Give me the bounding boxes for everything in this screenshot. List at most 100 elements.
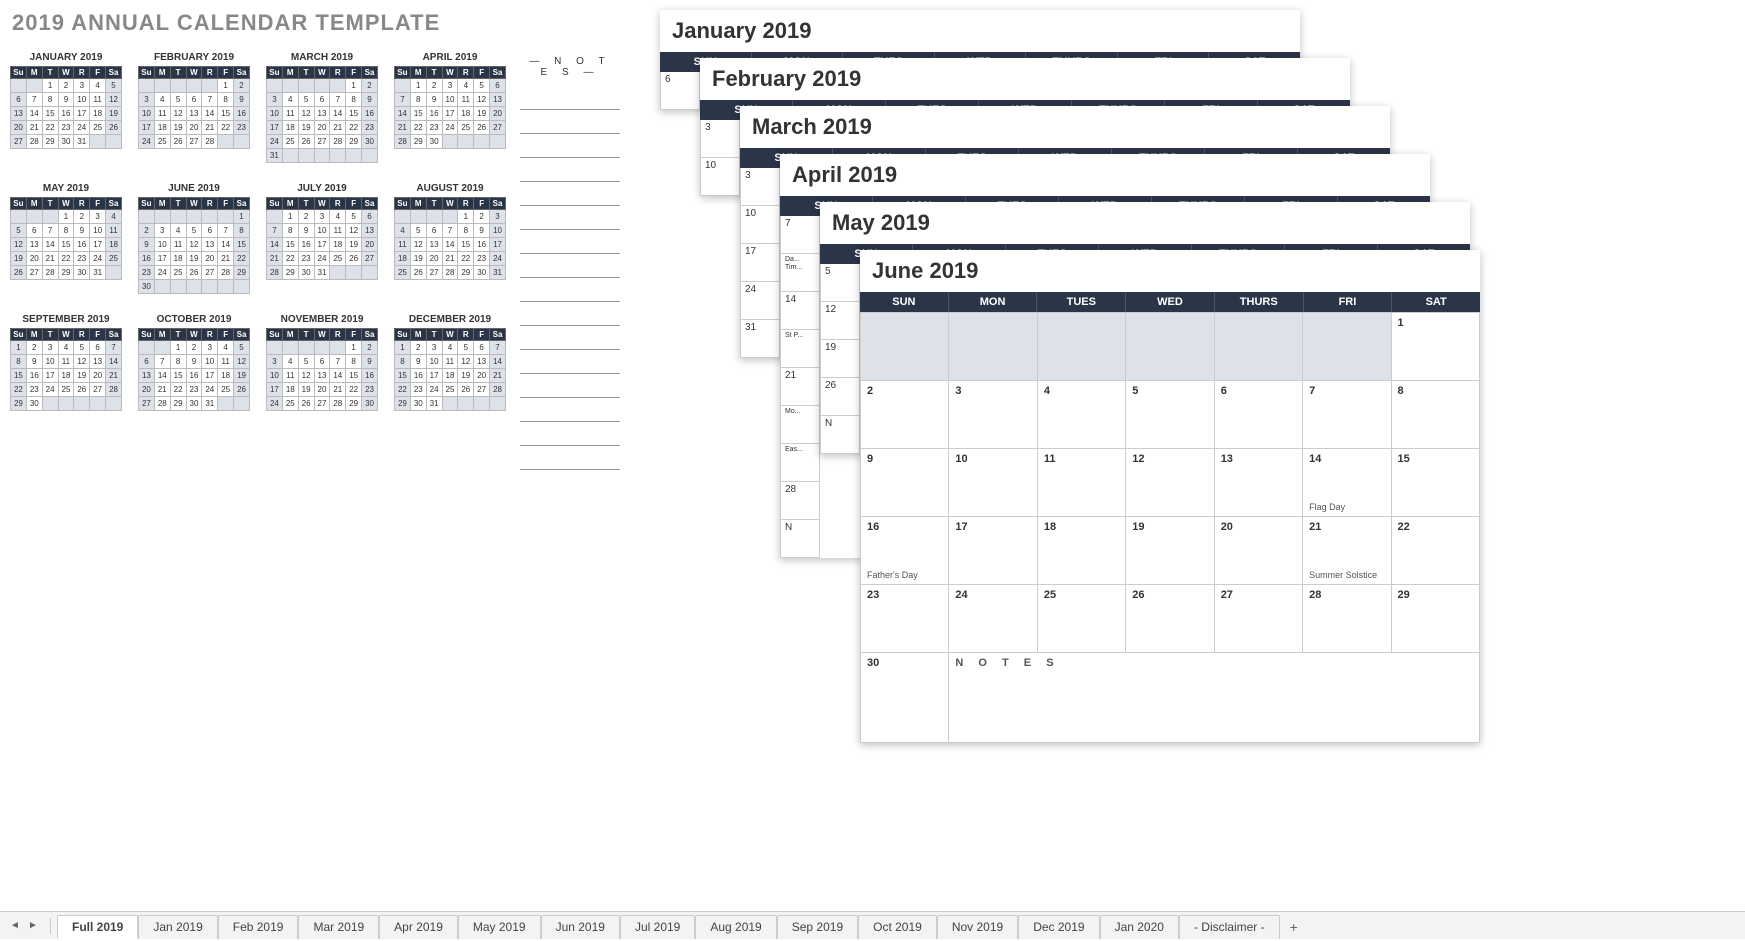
sheet-tab[interactable]: Jan 2019 [138,915,217,939]
calendar-cell[interactable]: 19 [1126,517,1214,585]
month-title: March 2019 [740,106,1390,148]
calendar-cell[interactable]: 15 [1391,449,1479,517]
day-header: MON [949,292,1038,312]
mini-month: APRIL 2019SuMTWRFSa123456789101112131415… [394,52,506,163]
mini-month: SEPTEMBER 2019SuMTWRFSa12345678910111213… [10,314,122,411]
tab-nav-next[interactable]: ► [26,919,40,933]
sheet-tab[interactable]: Jul 2019 [620,915,695,939]
calendar-cell[interactable]: 26 [1126,585,1214,653]
calendar-cell[interactable]: 23 [861,585,949,653]
note-line[interactable] [520,230,620,254]
calendar-cell[interactable]: N O T E S [949,653,1480,743]
calendar-cell[interactable]: 5 [1126,381,1214,449]
calendar-cell[interactable]: 16Father's Day [861,517,949,585]
sheet-tab[interactable]: Jan 2020 [1100,915,1179,939]
note-line[interactable] [520,158,620,182]
calendar-cell[interactable] [861,313,949,381]
note-line[interactable] [520,422,620,446]
peek-cell: 5 [820,264,860,302]
calendar-cell[interactable] [1303,313,1391,381]
calendar-cell[interactable]: 4 [1037,381,1125,449]
calendar-cell[interactable]: 13 [1214,449,1302,517]
peek-cell: Mo... [780,406,820,444]
calendar-cell[interactable]: 18 [1037,517,1125,585]
peek-cell: 10 [740,206,780,244]
sheet-tab[interactable]: Full 2019 [57,915,138,939]
page-title: 2019 ANNUAL CALENDAR TEMPLATE [12,10,620,36]
sheet-tab[interactable]: Mar 2019 [298,915,379,939]
day-header-row: SUNMONTUESWEDTHURSFRISAT [860,292,1480,312]
sheet-tab[interactable]: Aug 2019 [695,915,776,939]
calendar-cell[interactable]: 14Flag Day [1303,449,1391,517]
note-line[interactable] [520,254,620,278]
calendar-cell[interactable]: 30 [861,653,949,743]
note-line[interactable] [520,350,620,374]
note-line[interactable] [520,302,620,326]
calendar-cell[interactable] [1126,313,1214,381]
note-line[interactable] [520,446,620,470]
note-line[interactable] [520,134,620,158]
calendar-cell[interactable]: 12 [1126,449,1214,517]
mini-month: JULY 2019SuMTWRFSa1234567891011121314151… [266,183,378,294]
calendar-cell[interactable]: 27 [1214,585,1302,653]
mini-month: JUNE 2019SuMTWRFSa1234567891011121314151… [138,183,250,294]
card-june: June 2019 SUNMONTUESWEDTHURSFRISAT 12345… [860,250,1480,743]
calendar-cell[interactable]: 25 [1037,585,1125,653]
note-line[interactable] [520,206,620,230]
calendar-cell[interactable]: 10 [949,449,1037,517]
note-line[interactable] [520,182,620,206]
calendar-cell[interactable]: 11 [1037,449,1125,517]
add-sheet-button[interactable]: + [1280,915,1308,939]
mini-month: NOVEMBER 2019SuMTWRFSa123456789101112131… [266,314,378,411]
note-line[interactable] [520,278,620,302]
mini-month-title: APRIL 2019 [394,52,506,63]
day-header: FRI [1304,292,1393,312]
separator [50,918,51,934]
peek-cell: 7 [780,216,820,254]
month-title: May 2019 [820,202,1470,244]
note-line[interactable] [520,326,620,350]
sheet-tab[interactable]: Nov 2019 [937,915,1018,939]
sheet-tab[interactable]: May 2019 [458,915,541,939]
mini-month-title: MAY 2019 [10,183,122,194]
peek-cell: Eas... [780,444,820,482]
note-line[interactable] [520,86,620,110]
peek-cell: 12 [820,302,860,340]
sheet-tab[interactable]: Feb 2019 [218,915,299,939]
note-line[interactable] [520,110,620,134]
calendar-cell[interactable]: 29 [1391,585,1479,653]
mini-month: OCTOBER 2019SuMTWRFSa1234567891011121314… [138,314,250,411]
day-header: THURS [1215,292,1304,312]
calendar-cell[interactable]: 21Summer Solstice [1303,517,1391,585]
sheet-tab[interactable]: Oct 2019 [858,915,937,939]
calendar-cell[interactable]: 9 [861,449,949,517]
peek-cell: 6 [660,72,700,110]
calendar-cell[interactable]: 24 [949,585,1037,653]
day-header: SUN [860,292,949,312]
note-line[interactable] [520,398,620,422]
calendar-cell[interactable]: 17 [949,517,1037,585]
calendar-cell[interactable]: 2 [861,381,949,449]
calendar-cell[interactable] [949,313,1037,381]
calendar-cell[interactable]: 6 [1214,381,1302,449]
calendar-cell[interactable]: 20 [1214,517,1302,585]
calendar-cell[interactable]: 22 [1391,517,1479,585]
calendar-cell[interactable]: 7 [1303,381,1391,449]
peek-cell: 28 [780,482,820,520]
calendar-cell[interactable]: 8 [1391,381,1479,449]
tab-nav-prev[interactable]: ◄ [8,919,22,933]
calendar-cell[interactable]: 28 [1303,585,1391,653]
calendar-cell[interactable] [1214,313,1302,381]
calendar-cell[interactable] [1037,313,1125,381]
sheet-tab[interactable]: Jun 2019 [541,915,620,939]
mini-month-title: JANUARY 2019 [10,52,122,63]
sheet-tab[interactable]: Sep 2019 [777,915,858,939]
calendar-cell[interactable]: 1 [1391,313,1479,381]
peek-cell: 21 [780,368,820,406]
mini-month-title: MARCH 2019 [266,52,378,63]
sheet-tab[interactable]: Apr 2019 [379,915,458,939]
sheet-tab[interactable]: - Disclaimer - [1179,915,1280,939]
sheet-tab[interactable]: Dec 2019 [1018,915,1099,939]
note-line[interactable] [520,374,620,398]
calendar-cell[interactable]: 3 [949,381,1037,449]
